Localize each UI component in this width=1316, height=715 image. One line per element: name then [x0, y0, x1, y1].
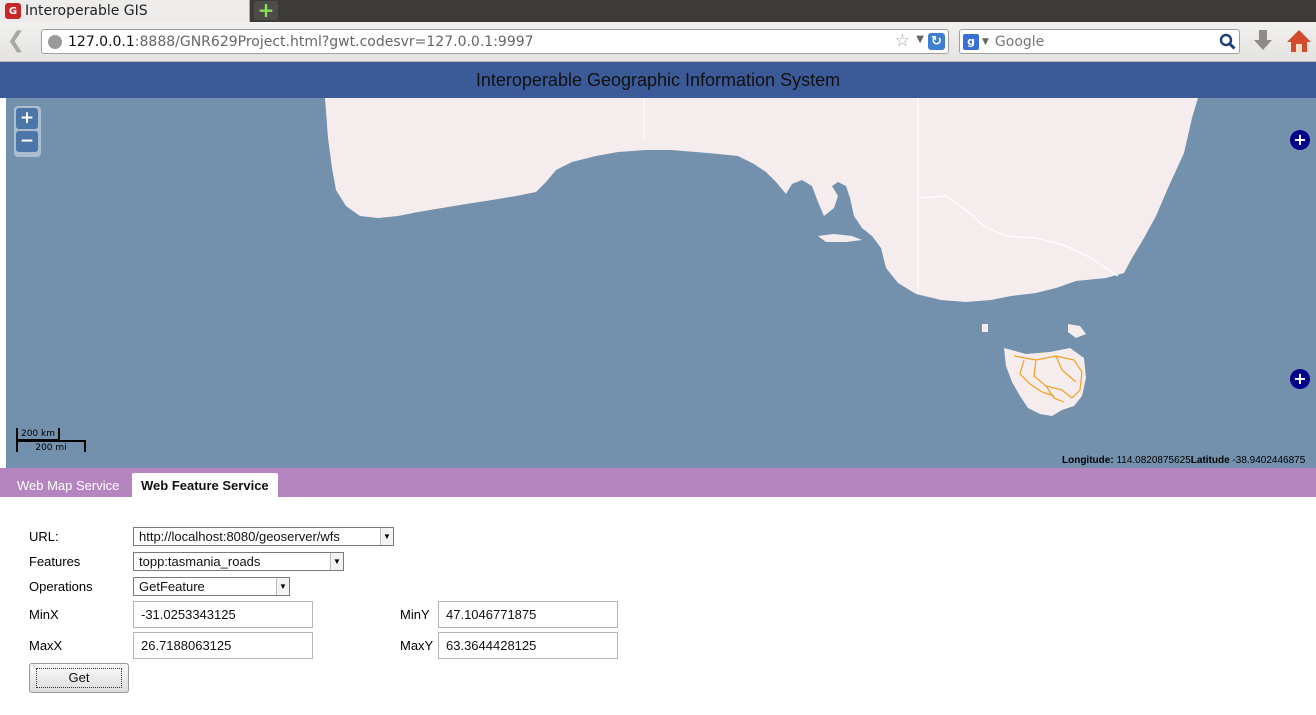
- tab-web-feature-service[interactable]: Web Feature Service: [132, 473, 278, 497]
- chevron-down-icon[interactable]: ▼: [276, 578, 289, 595]
- url-host: 127.0.0.1: [68, 33, 135, 50]
- latitude-label: Latitude: [1190, 455, 1230, 466]
- browser-tab-strip: G Interoperable GIS +: [0, 0, 1316, 22]
- latitude-value: -38.9402446875: [1232, 455, 1306, 466]
- wfs-form: URL: http://localhost:8080/geoserver/wfs…: [0, 497, 1316, 715]
- scale-line: 200 km 200 mi: [16, 428, 96, 454]
- reload-icon[interactable]: ↻: [928, 33, 945, 50]
- search-bar[interactable]: g ▼ Google: [959, 29, 1240, 54]
- download-icon[interactable]: [1252, 28, 1274, 54]
- back-button[interactable]: ❮: [6, 30, 26, 53]
- minx-field[interactable]: -31.0253343125: [133, 601, 313, 628]
- kangaroo-island: [818, 234, 862, 242]
- get-button[interactable]: Get: [29, 663, 129, 693]
- new-tab-button[interactable]: +: [254, 0, 278, 20]
- maxy-field[interactable]: 63.3644428125: [438, 632, 618, 659]
- url-label: URL:: [29, 529, 59, 544]
- chevron-down-icon[interactable]: ▼: [380, 528, 393, 545]
- operations-label: Operations: [29, 579, 93, 594]
- magnifier-icon[interactable]: [1219, 33, 1236, 50]
- operations-select-value: GetFeature: [139, 579, 205, 594]
- tab-web-map-service[interactable]: Web Map Service: [8, 473, 128, 497]
- mouse-position-readout: Longitude: 114.0820875625Latitude -38.94…: [1062, 455, 1305, 466]
- maxx-field[interactable]: 26.7188063125: [133, 632, 313, 659]
- miny-label: MinY: [400, 607, 430, 622]
- miny-field[interactable]: 47.1046771875: [438, 601, 618, 628]
- globe-icon: [48, 34, 62, 49]
- map-view[interactable]: + − + + 200 km 200 mi Longitude: 114.082…: [6, 98, 1316, 468]
- url-select[interactable]: http://localhost:8080/geoserver/wfs ▼: [133, 527, 394, 546]
- address-bar[interactable]: 127.0.0.1:8888/GNR629Project.html?gwt.co…: [41, 29, 949, 54]
- zoom-out-button[interactable]: −: [16, 131, 38, 152]
- bass-strait-islands: [982, 324, 1086, 338]
- longitude-label: Longitude:: [1062, 455, 1114, 466]
- browser-toolbar: ❮ 127.0.0.1:8888/GNR629Project.html?gwt.…: [0, 22, 1316, 62]
- longitude-value: 114.0820875625: [1116, 455, 1191, 466]
- home-icon[interactable]: [1286, 28, 1312, 54]
- history-dropdown-icon[interactable]: ▼: [916, 34, 924, 45]
- get-button-label: Get: [36, 668, 122, 688]
- features-label: Features: [29, 554, 81, 569]
- layer-switcher-top-icon[interactable]: +: [1290, 130, 1310, 150]
- scale-imperial: 200 mi: [16, 440, 86, 453]
- service-tab-bar: Web Map Service Web Feature Service: [0, 468, 1316, 497]
- chevron-down-icon[interactable]: ▼: [330, 553, 343, 570]
- minx-label: MinX: [29, 607, 59, 622]
- maxy-label: MaxY: [400, 638, 434, 653]
- favicon-icon: G: [5, 3, 21, 19]
- search-input[interactable]: Google: [995, 34, 1044, 50]
- url-select-value: http://localhost:8080/geoserver/wfs: [139, 529, 340, 544]
- page-title: Interoperable Geographic Information Sys…: [475, 69, 841, 90]
- browser-tab[interactable]: G Interoperable GIS: [0, 0, 250, 22]
- mainland-landmass: [325, 98, 1198, 302]
- search-engine-dropdown-icon[interactable]: ▼: [982, 37, 989, 47]
- layer-switcher-bottom-icon[interactable]: +: [1290, 369, 1310, 389]
- zoom-control: + −: [14, 106, 41, 157]
- address-text[interactable]: 127.0.0.1:8888/GNR629Project.html?gwt.co…: [68, 34, 534, 50]
- browser-tab-title: Interoperable GIS: [25, 3, 148, 19]
- google-icon[interactable]: g: [963, 33, 979, 50]
- map-canvas[interactable]: [6, 98, 1316, 468]
- operations-select[interactable]: GetFeature ▼: [133, 577, 290, 596]
- features-select-value: topp:tasmania_roads: [139, 554, 261, 569]
- zoom-in-button[interactable]: +: [16, 108, 38, 129]
- features-select[interactable]: topp:tasmania_roads ▼: [133, 552, 344, 571]
- maxx-label: MaxX: [29, 638, 63, 653]
- url-path: :8888/GNR629Project.html?gwt.codesvr=127…: [134, 33, 534, 50]
- app-header: Interoperable Geographic Information Sys…: [0, 62, 1316, 98]
- bookmark-star-icon[interactable]: ☆: [895, 31, 910, 51]
